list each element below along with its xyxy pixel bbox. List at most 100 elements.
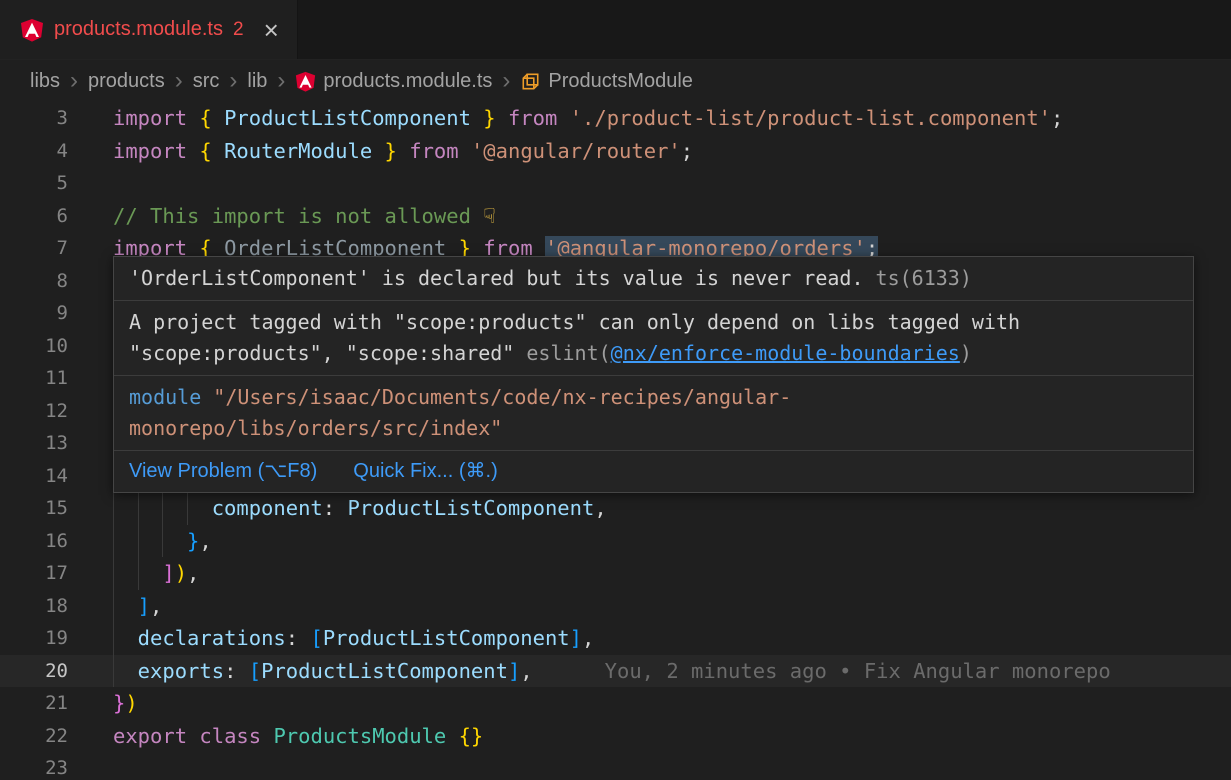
code-token: [ (249, 659, 261, 683)
code-line[interactable]: 22export class ProductsModule {} (0, 720, 1231, 753)
code-line[interactable]: 15component: ProductListComponent, (0, 492, 1231, 525)
code-line-content (68, 395, 113, 428)
breadcrumb-item-libs[interactable]: libs (30, 70, 60, 93)
line-number[interactable]: 7 (0, 232, 68, 265)
line-number[interactable]: 14 (0, 460, 68, 493)
code-token: ; (681, 139, 693, 163)
code-token: ProductListComponent (323, 626, 570, 650)
code-token: exports (138, 659, 224, 683)
tab-products-module[interactable]: products.module.ts 2 × (0, 0, 298, 59)
line-number[interactable]: 8 (0, 265, 68, 298)
indent-guide (113, 492, 138, 525)
line-number[interactable]: 3 (0, 102, 68, 135)
code-token: } (113, 691, 125, 715)
line-number[interactable]: 5 (0, 167, 68, 200)
code-token: : (286, 626, 311, 650)
code-line[interactable]: 19declarations: [ProductListComponent], (0, 622, 1231, 655)
breadcrumb: libs › products › src › lib › products.m… (0, 60, 1231, 102)
line-number[interactable]: 11 (0, 362, 68, 395)
line-number[interactable]: 15 (0, 492, 68, 525)
close-icon[interactable]: × (264, 17, 279, 43)
code-token: './product-list/product-list.component' (570, 106, 1051, 130)
eslint-rule-link[interactable]: @nx/enforce-module-boundaries (611, 341, 960, 365)
code-token: ProductListComponent (261, 659, 508, 683)
code-line[interactable]: 4import { RouterModule } from '@angular/… (0, 135, 1231, 168)
code-token: import (113, 106, 199, 130)
line-number[interactable]: 22 (0, 720, 68, 753)
indent-guide (113, 590, 138, 623)
code-editor[interactable]: 3 import { ProductListComponent } from '.… (0, 102, 1231, 780)
code-token: : (224, 659, 249, 683)
code-token: {} (459, 724, 484, 748)
code-line[interactable]: 18], (0, 590, 1231, 623)
line-number[interactable]: 16 (0, 525, 68, 558)
code-line-content (68, 167, 113, 200)
chevron-right-icon: › (228, 69, 238, 93)
code-line-content (68, 265, 113, 298)
code-line[interactable]: 23 (0, 752, 1231, 780)
code-line[interactable]: 6// This import is not allowed ☟ (0, 200, 1231, 233)
code-line-content: ], (68, 590, 162, 623)
class-symbol-icon (520, 71, 541, 92)
chevron-right-icon: › (174, 69, 184, 93)
code-token: , (150, 594, 162, 618)
indent-guide (113, 557, 138, 590)
code-line[interactable]: 3import { ProductListComponent } from '.… (0, 102, 1231, 135)
code-line-content: exports: [ProductListComponent],You, 2 m… (68, 655, 1111, 688)
code-token: } (187, 529, 199, 553)
breadcrumb-item-products[interactable]: products (88, 70, 165, 93)
code-token: [ (310, 626, 322, 650)
code-token: ] (508, 659, 520, 683)
line-number[interactable]: 19 (0, 622, 68, 655)
indent-guide (162, 525, 187, 558)
code-line[interactable]: 20exports: [ProductListComponent],You, 2… (0, 655, 1231, 688)
code-token: ProductListComponent (224, 106, 471, 130)
code-line-content: component: ProductListComponent, (68, 492, 607, 525)
code-line[interactable]: 5 (0, 167, 1231, 200)
code-line-content: // This import is not allowed ☟ (68, 200, 496, 233)
code-token: , (199, 529, 211, 553)
line-number[interactable]: 20 (0, 655, 68, 688)
breadcrumb-item-lib[interactable]: lib (247, 70, 267, 93)
code-line[interactable]: 16}, (0, 525, 1231, 558)
vscode-window: products.module.ts 2 × libs › products ›… (0, 0, 1231, 780)
indent-guide (113, 525, 138, 558)
code-line-content (68, 460, 113, 493)
line-number[interactable]: 10 (0, 330, 68, 363)
code-line[interactable]: 21}) (0, 687, 1231, 720)
line-number[interactable]: 4 (0, 135, 68, 168)
line-number[interactable]: 12 (0, 395, 68, 428)
code-token: , (187, 561, 199, 585)
code-line-content: import { RouterModule } from '@angular/r… (68, 135, 693, 168)
indent-guide (138, 557, 163, 590)
line-number[interactable]: 17 (0, 557, 68, 590)
code-token: from (496, 106, 570, 130)
view-problem-link[interactable]: View Problem (⌥F8) (129, 456, 317, 487)
indent-guide (138, 525, 163, 558)
code-line-content (68, 427, 113, 460)
line-number[interactable]: 9 (0, 297, 68, 330)
indent-guide (113, 655, 138, 688)
breadcrumb-item-file[interactable]: products.module.ts (295, 70, 492, 93)
indent-guide (187, 492, 212, 525)
breadcrumb-item-src[interactable]: src (193, 70, 220, 93)
code-token: : (323, 496, 348, 520)
hover-module-path: module "/Users/isaac/Documents/code/nx-r… (114, 375, 1193, 450)
line-number[interactable]: 23 (0, 752, 68, 780)
breadcrumb-item-symbol[interactable]: ProductsModule (520, 70, 693, 93)
code-line[interactable]: 17]), (0, 557, 1231, 590)
code-token: // This import is not allowed (113, 204, 483, 228)
line-number[interactable]: 21 (0, 687, 68, 720)
code-token: , (520, 659, 532, 683)
chevron-right-icon: › (276, 69, 286, 93)
code-token: , (582, 626, 594, 650)
code-token: declarations (138, 626, 286, 650)
quick-fix-link[interactable]: Quick Fix... (⌘.) (353, 456, 497, 487)
line-number[interactable]: 18 (0, 590, 68, 623)
line-number[interactable]: 6 (0, 200, 68, 233)
line-number[interactable]: 13 (0, 427, 68, 460)
code-token: { (199, 139, 224, 163)
code-line-content (68, 297, 113, 330)
hover-tooltip: 'OrderListComponent' is declared but its… (113, 256, 1194, 493)
error-code: ts(6133) (864, 266, 972, 290)
